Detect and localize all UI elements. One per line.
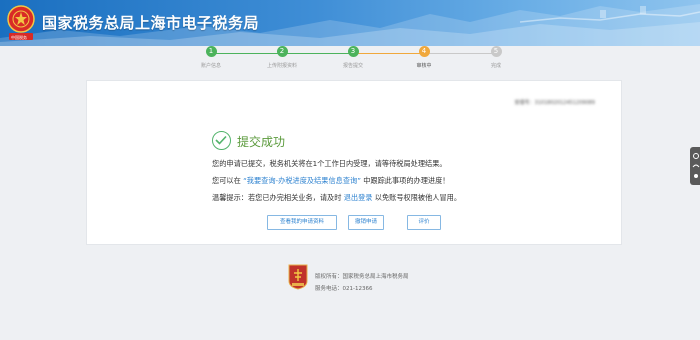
acceptance-number: 受理号：3101802012451209089: [514, 100, 595, 106]
logout-link[interactable]: 退出登录: [344, 193, 373, 202]
submission-message: 您的申请已提交，税务机关将在1个工作日内受理，请等待税局处理结果。: [212, 159, 447, 168]
progress-step-4: 4 审核中: [384, 46, 464, 69]
progress-step-5: 5 完成: [456, 46, 536, 69]
site-title: 国家税务总局上海市电子税务局: [42, 14, 260, 32]
step-1-label: 账户信息: [200, 63, 221, 69]
progress-step-3: 3 报告提交: [313, 46, 393, 69]
step-4-dot: 4: [418, 46, 430, 57]
step-5-label: 完成: [490, 63, 501, 69]
step-2-label: 上传附报资料: [266, 63, 297, 69]
success-title: 提交成功: [237, 135, 286, 149]
footer-copyright: 版权所有：国家税务总局上海市税务局: [315, 274, 409, 280]
check-circle-icon: [212, 131, 231, 150]
progress-step-1: 1 账户信息: [171, 46, 251, 69]
step-3-label: 报告提交: [342, 63, 363, 69]
view-materials-button[interactable]: 查看我的申请资料: [267, 215, 337, 230]
progress-steps: 1 账户信息 2 上传附报资料 3 报告提交 4 审核中 5 完成: [0, 46, 700, 76]
step-3-dot: 3: [347, 46, 359, 57]
tracking-prefix: 您可以在: [212, 176, 241, 185]
side-float-toolbar[interactable]: [690, 147, 700, 185]
progress-step-2: 2 上传附报资料: [242, 46, 322, 69]
side-tools-icon: [692, 153, 700, 178]
site-header: 中国税务 国家税务总局上海市电子税务局: [0, 0, 700, 46]
tax-bureau-logo-icon: [288, 264, 308, 290]
result-card: 受理号：3101802012451209089 提交成功 您的申请已提交，税务机…: [86, 80, 622, 245]
footer-hotline: 服务电话：021-12366: [315, 286, 373, 292]
tip-prefix: 温馨提示：若您已办完相关业务，请及时: [212, 193, 342, 202]
step-5-dot: 5: [490, 46, 502, 57]
action-buttons: 查看我的申请资料 撤销申请 评价: [87, 215, 621, 231]
revoke-application-button[interactable]: 撤销申请: [348, 215, 384, 230]
query-progress-link[interactable]: “我要查询-办税进度及结果信息查询”: [243, 176, 361, 185]
emblem-caption: 中国税务: [11, 35, 27, 40]
progress-tracking-line: 您可以在 “我要查询-办税进度及结果信息查询” 中跟踪此事项的办理进度！: [212, 176, 449, 186]
evaluate-button[interactable]: 评价: [407, 215, 441, 230]
tip-suffix: 以免账号权限被他人冒用。: [374, 193, 462, 202]
logout-tip-line: 温馨提示：若您已办完相关业务，请及时 退出登录 以免账号权限被他人冒用。: [212, 193, 461, 203]
step-4-label: 审核中: [416, 63, 432, 69]
step-2-dot: 2: [276, 46, 288, 57]
step-1-dot: 1: [205, 46, 217, 57]
tracking-suffix: 中跟踪此事项的办理进度！: [363, 176, 450, 185]
